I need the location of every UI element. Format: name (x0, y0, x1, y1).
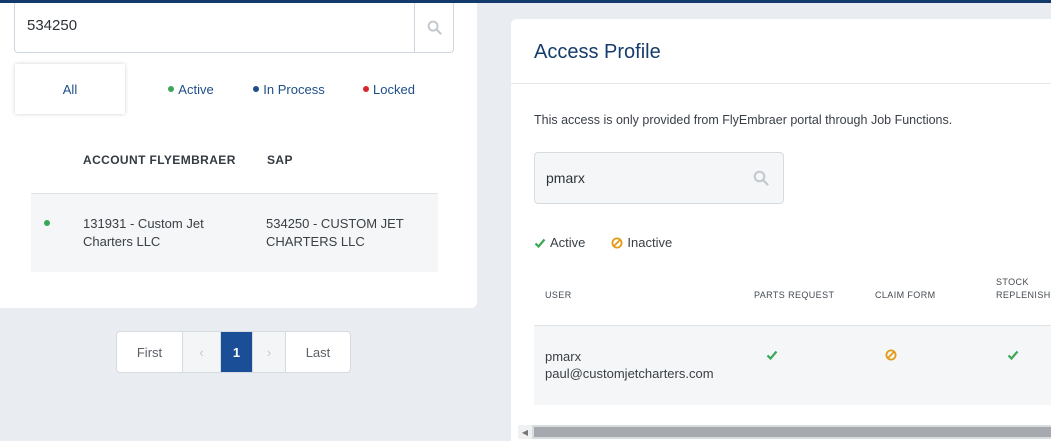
pagination: First ‹ 1 › Last (116, 331, 351, 373)
tab-all[interactable]: All (15, 64, 125, 114)
user-email: paul@customjetcharters.com (545, 366, 714, 381)
locked-dot-icon (363, 86, 370, 92)
horizontal-scrollbar[interactable]: ◀ (518, 425, 1051, 439)
access-table-header: USER PARTS REQUEST CLAIM FORM STOCK REPL… (534, 274, 1051, 326)
accounts-panel: 534250 All Active In Process Locked ACCO… (0, 3, 477, 308)
legend-inactive: Inactive (611, 235, 672, 250)
user-search-input[interactable]: pmarx (546, 170, 585, 186)
info-note: This access is only provided from FlyEmb… (534, 113, 953, 127)
account-search[interactable]: 534250 (14, 3, 454, 53)
status-legend: Active Inactive (534, 235, 672, 250)
column-header-user: USER (545, 290, 572, 300)
access-profile-panel: Access Profile This access is only provi… (511, 19, 1051, 441)
table-row[interactable]: 131931 - Custom Jet Charters LLC 534250 … (31, 193, 438, 272)
page-title: Access Profile (534, 41, 661, 63)
divider (511, 83, 1051, 84)
tab-label: Locked (373, 81, 415, 97)
username: pmarx (545, 349, 582, 364)
tab-locked[interactable]: Locked (344, 64, 434, 114)
legend-inactive-label: Inactive (627, 235, 673, 250)
user-cell: pmarx paul@customjetcharters.com (545, 348, 714, 382)
legend-active-label: Active (550, 235, 586, 250)
in-process-dot-icon (253, 86, 260, 92)
account-cell: 131931 - Custom Jet Charters LLC (83, 216, 204, 249)
column-header-replenish: REPLENISH (996, 290, 1051, 300)
accounts-table-header: ACCOUNT FLYEMBRAER SAP (31, 153, 438, 193)
check-icon (766, 349, 778, 364)
search-button[interactable] (414, 3, 453, 52)
active-dot-icon (168, 86, 175, 92)
tab-in-process[interactable]: In Process (244, 64, 334, 114)
status-tabs: All Active In Process Locked (14, 64, 454, 114)
next-page-button[interactable]: › (252, 332, 286, 372)
tab-active[interactable]: Active (146, 64, 236, 114)
tab-label: Active (178, 81, 214, 97)
table-row[interactable]: pmarx paul@customjetcharters.com (534, 325, 1051, 405)
sap-cell: 534250 - CUSTOM JET CHARTERS LLC (266, 216, 404, 249)
search-icon[interactable] (753, 170, 769, 191)
column-header-claim-form: CLAIM FORM (875, 290, 936, 300)
column-header-sap: SAP (267, 153, 293, 167)
tab-label: In Process (263, 81, 325, 97)
active-status-dot-icon (44, 220, 50, 226)
first-page-button[interactable]: First (117, 332, 183, 372)
blocked-icon (611, 237, 623, 248)
column-header-stock: STOCK (996, 277, 1029, 287)
legend-active: Active (534, 235, 585, 250)
scroll-left-arrow-icon[interactable]: ◀ (518, 425, 532, 439)
last-page-button[interactable]: Last (286, 332, 350, 372)
check-icon (1007, 349, 1019, 364)
scrollbar-thumb[interactable] (534, 427, 1051, 437)
current-page-button[interactable]: 1 (221, 332, 252, 372)
tab-label: All (62, 81, 78, 97)
user-search[interactable]: pmarx (534, 152, 784, 204)
search-input[interactable]: 534250 (27, 17, 77, 34)
previous-page-button[interactable]: ‹ (183, 332, 221, 372)
check-icon (534, 238, 546, 248)
search-icon (427, 20, 442, 35)
column-header-account: ACCOUNT FLYEMBRAER (83, 153, 236, 167)
column-header-parts-request: PARTS REQUEST (754, 290, 835, 300)
blocked-icon (885, 349, 897, 364)
